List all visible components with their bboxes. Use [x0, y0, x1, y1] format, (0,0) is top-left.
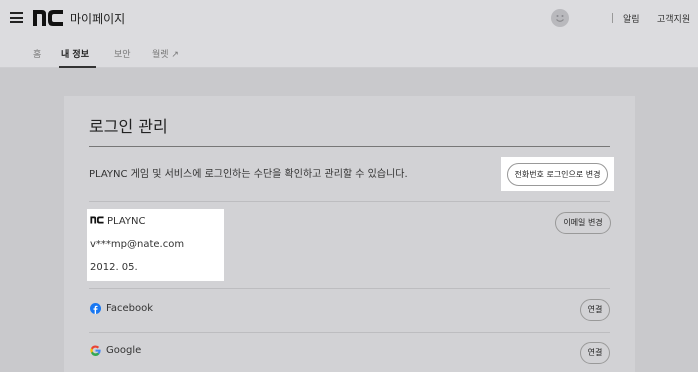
facebook-icon [90, 303, 101, 314]
divider [89, 201, 610, 202]
divider [89, 288, 610, 289]
tab-wallet[interactable]: 월렛 ↗ [152, 47, 179, 60]
change-email-button[interactable]: 이메일 변경 [555, 212, 611, 234]
nc-mini-logo-icon [90, 216, 104, 224]
title-divider [89, 146, 610, 147]
section-title: 로그인 관리 [89, 117, 168, 136]
alarm-link[interactable]: 알림 [623, 12, 640, 25]
account-provider: PLAYNC [90, 216, 145, 227]
divider [89, 332, 610, 333]
tab-bar: 홈 내 정보 보안 월렛 ↗ [0, 36, 698, 68]
phone-login-button[interactable]: 전화번호 로그인으로 변경 [507, 162, 608, 186]
account-provider-label: PLAYNC [107, 216, 146, 227]
menu-icon[interactable] [10, 12, 23, 23]
social-facebook: Facebook [90, 303, 153, 314]
tab-my-info[interactable]: 내 정보 [61, 47, 89, 60]
support-link[interactable]: 고객지원 [657, 12, 690, 25]
section-description: PLAYNC 게임 및 서비스에 로그인하는 수단을 확인하고 관리할 수 있습… [89, 169, 408, 180]
facebook-connect-button[interactable]: 연결 [580, 299, 610, 321]
login-management-card: 로그인 관리 PLAYNC 게임 및 서비스에 로그인하는 수단을 확인하고 관… [64, 96, 635, 372]
page-title: 마이페이지 [70, 12, 126, 26]
account-info: PLAYNC v***mp@nate.com 2012. 05. [87, 209, 224, 281]
account-date: 2012. 05. [90, 262, 138, 273]
header-divider [612, 13, 613, 23]
google-icon [90, 345, 101, 356]
active-tab-indicator [59, 66, 96, 68]
profile-avatar-icon[interactable] [551, 9, 569, 27]
tab-security[interactable]: 보안 [114, 47, 131, 60]
account-email: v***mp@nate.com [90, 239, 185, 250]
social-facebook-label: Facebook [106, 303, 153, 314]
nc-logo[interactable] [32, 9, 64, 27]
social-google: Google [90, 345, 141, 356]
google-connect-button[interactable]: 연결 [580, 342, 610, 364]
top-header: 마이페이지 알림 고객지원 [0, 0, 698, 36]
phone-login-button-wrapper: 전화번호 로그인으로 변경 [501, 157, 614, 191]
social-google-label: Google [106, 345, 142, 356]
tab-home[interactable]: 홈 [33, 47, 41, 60]
